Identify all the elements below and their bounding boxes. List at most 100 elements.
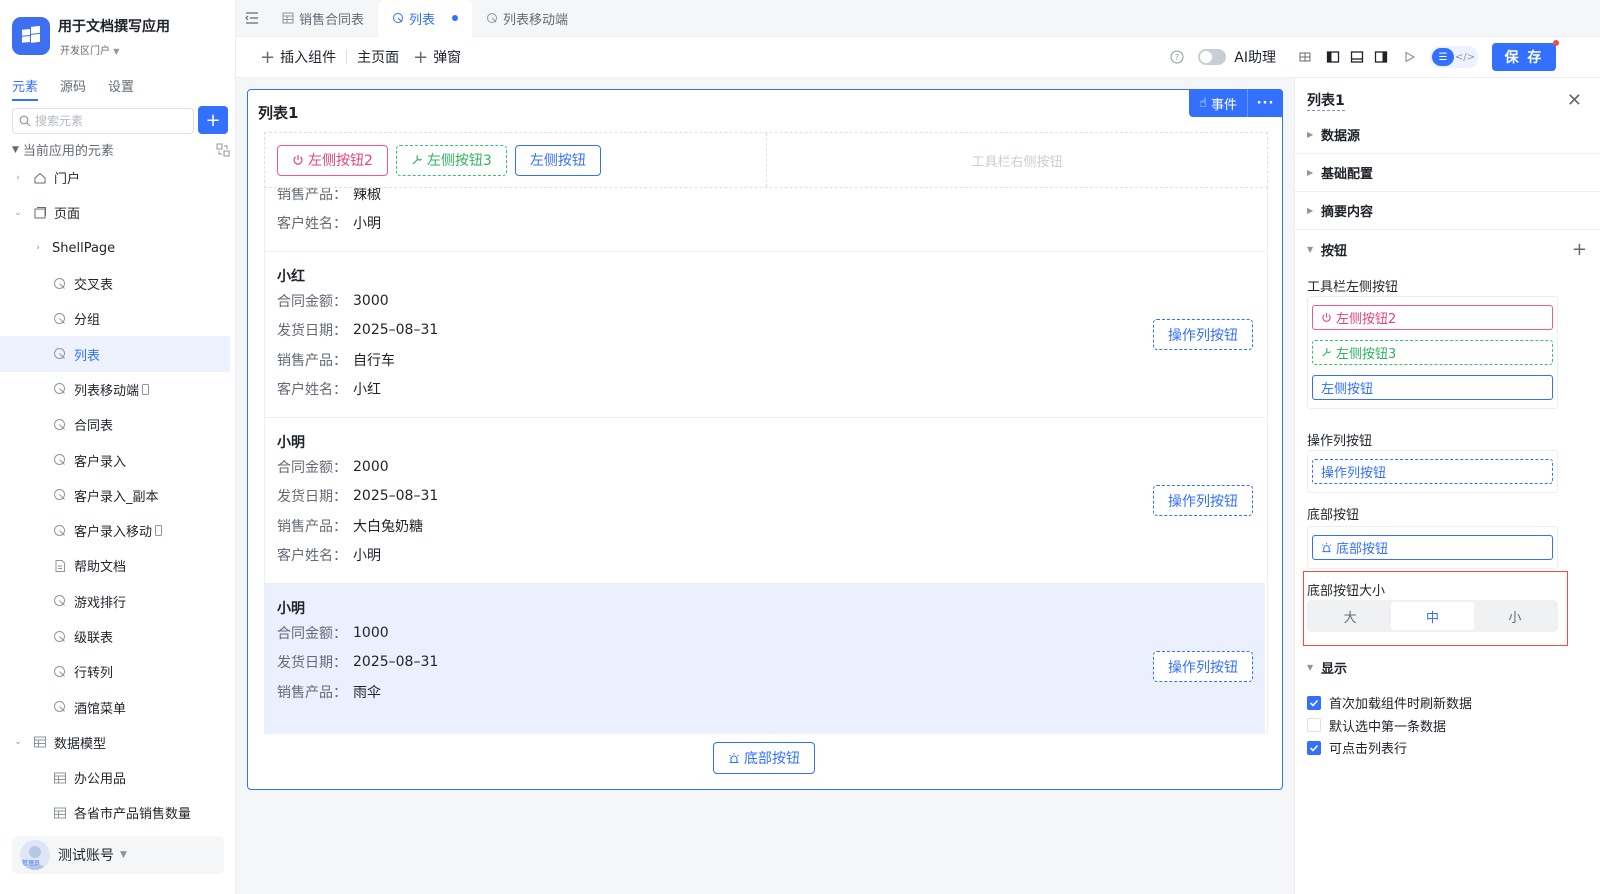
sidebar-item[interactable]: ⌄ 页面 bbox=[0, 195, 230, 230]
section-label: 摘要内容 bbox=[1321, 205, 1374, 220]
field-value: 辣椒 bbox=[353, 188, 381, 203]
option-row[interactable]: 默认选中第一条数据 bbox=[1307, 716, 1446, 735]
sidebar-item[interactable]: 交叉表 bbox=[0, 266, 230, 301]
list-item[interactable]: 发货日期：2025–01–20销售产品：辣椒客户姓名：小明操作列按钮 bbox=[265, 188, 1265, 252]
section-summary[interactable]: ▶ 摘要内容 bbox=[1295, 192, 1600, 230]
sidebar-item[interactable]: 列表移动端 bbox=[0, 372, 230, 407]
list-scroll-area[interactable]: 发货日期：2025–01–20销售产品：辣椒客户姓名：小明操作列按钮小红合同金额… bbox=[264, 188, 1268, 734]
event-button[interactable]: ☝ 事件 bbox=[1189, 89, 1247, 117]
tab-list-mobile[interactable]: 列表移动端 bbox=[472, 0, 582, 37]
section-display[interactable]: ▼ 显示 bbox=[1295, 648, 1600, 686]
design-code-switch[interactable]: ☰ </> bbox=[1430, 46, 1478, 68]
chevron-right-icon: › bbox=[36, 243, 40, 254]
sidebar-item[interactable]: 客户录入_副本 bbox=[0, 478, 230, 513]
sidebar-item[interactable]: 列表 bbox=[0, 336, 230, 372]
prop-left-button-3[interactable]: 左侧按钮3 bbox=[1312, 340, 1553, 365]
sidebar-item-label: 级联表 bbox=[74, 631, 114, 646]
sidebar-item[interactable]: 各省市产品销售数量 bbox=[0, 795, 230, 830]
list-component-canvas[interactable]: 列表1 ☝ 事件 ··· 左侧按钮2 左侧按钮3 左侧按钮 工具栏右侧按钮 销售… bbox=[247, 89, 1283, 790]
left-button[interactable]: 左侧按钮 bbox=[514, 144, 601, 176]
add-button-icon[interactable]: + bbox=[1572, 239, 1587, 260]
checkbox[interactable] bbox=[1307, 740, 1321, 755]
close-icon[interactable]: ✕ bbox=[1567, 90, 1582, 111]
size-large-option[interactable]: 大 bbox=[1309, 602, 1391, 630]
op-column-button[interactable]: 操作列按钮 bbox=[1153, 485, 1253, 516]
portal-selector[interactable]: 开发区门户 ▼ bbox=[60, 42, 119, 57]
sidebar-item[interactable]: 级联表 bbox=[0, 619, 230, 654]
right-panel-icon[interactable] bbox=[1374, 50, 1388, 64]
field-value: 2000 bbox=[353, 458, 389, 475]
bottom-size-segmented: 大 中 小 bbox=[1307, 600, 1558, 632]
list-item[interactable]: 小红 合同金额： 3000 发货日期： 2025–08–31 销售产品： 自行车 客户姓名：小… bbox=[265, 252, 1265, 418]
sidebar-item[interactable]: › 门户 bbox=[0, 160, 230, 195]
left-panel-icon[interactable] bbox=[1326, 50, 1340, 64]
list-item[interactable]: 小明 合同金额： 2000 发货日期： 2025–08–31 销售产品： 大白兔奶糖 客户姓名… bbox=[265, 418, 1265, 584]
add-element-button[interactable]: + bbox=[198, 106, 228, 134]
role-tag: 管理员 bbox=[22, 860, 41, 867]
list-item[interactable]: 小明 合同金额： 1000 发货日期： 2025–08–31 销售产品： 雨伞 操作列按钮 bbox=[265, 584, 1265, 734]
op-column-button[interactable]: 操作列按钮 bbox=[1153, 319, 1253, 350]
caret-right-icon: ▶ bbox=[1307, 130, 1314, 139]
option-label: 可点击列表行 bbox=[1329, 742, 1408, 757]
field-row: 销售产品： 辣椒 bbox=[277, 188, 1253, 209]
save-button[interactable]: 保 存 bbox=[1492, 40, 1559, 71]
ai-assistant-toggle[interactable]: AI助理 bbox=[1198, 47, 1276, 67]
prop-left-button[interactable]: 左侧按钮 bbox=[1312, 375, 1553, 400]
section-datasource[interactable]: ▶ 数据源 bbox=[1295, 116, 1600, 154]
bottom-panel-icon[interactable] bbox=[1350, 50, 1364, 64]
tab-settings[interactable]: 设置 bbox=[108, 76, 134, 101]
grid-view-icon[interactable] bbox=[1298, 50, 1312, 64]
left-button-2[interactable]: 左侧按钮2 bbox=[277, 144, 388, 176]
main-page-button[interactable]: 主页面 bbox=[357, 47, 399, 67]
tab-elements[interactable]: 元素 bbox=[12, 76, 39, 101]
popup-button[interactable]: + 弹窗 bbox=[413, 47, 461, 68]
tab-source[interactable]: 源码 bbox=[60, 76, 86, 101]
tree-header[interactable]: ▼ 当前应用的元素 bbox=[12, 140, 230, 159]
sidebar-item[interactable]: 帮助文档 bbox=[0, 548, 230, 583]
prop-left-button-2[interactable]: 左侧按钮2 bbox=[1312, 305, 1553, 330]
panel-title[interactable]: 列表1 bbox=[1307, 90, 1345, 111]
sidebar-item[interactable]: 行转列 bbox=[0, 654, 230, 689]
more-actions-button[interactable]: ··· bbox=[1247, 89, 1283, 117]
sidebar-item[interactable]: 办公用品 bbox=[0, 760, 230, 795]
prop-bottom-button[interactable]: 底部按钮 bbox=[1312, 535, 1553, 560]
search-input[interactable] bbox=[35, 114, 185, 128]
sidebar-item[interactable]: 游戏排行 bbox=[0, 584, 230, 619]
sidebar-item[interactable]: 合同表 bbox=[0, 407, 230, 442]
section-basic-config[interactable]: ▶ 基础配置 bbox=[1295, 154, 1600, 192]
op-column-button[interactable]: 操作列按钮 bbox=[1153, 651, 1253, 682]
code-mode-icon[interactable]: </> bbox=[1454, 48, 1476, 66]
sidebar-item[interactable]: › ShellPage bbox=[0, 231, 230, 266]
wrench-icon bbox=[412, 155, 422, 165]
help-icon[interactable]: ? bbox=[1170, 50, 1184, 64]
tab-sales-contract[interactable]: 销售合同表 bbox=[268, 0, 378, 37]
prop-op-button[interactable]: 操作列按钮 bbox=[1312, 459, 1553, 484]
sidebar-item[interactable]: 分组 bbox=[0, 301, 230, 336]
size-medium-option[interactable]: 中 bbox=[1391, 602, 1474, 630]
sidebar-item[interactable]: 客户录入移动 bbox=[0, 513, 230, 548]
section-label: 数据源 bbox=[1321, 129, 1361, 144]
collapse-sidebar-icon[interactable] bbox=[236, 12, 268, 24]
bottom-button[interactable]: 底部按钮 bbox=[713, 742, 815, 774]
option-row[interactable]: 可点击列表行 bbox=[1307, 738, 1407, 757]
locate-icon[interactable] bbox=[216, 143, 230, 157]
section-buttons[interactable]: ▼ 按钮 + bbox=[1295, 230, 1600, 268]
size-small-option[interactable]: 小 bbox=[1474, 602, 1556, 630]
checkbox[interactable] bbox=[1307, 718, 1321, 732]
design-mode-icon[interactable]: ☰ bbox=[1432, 48, 1454, 66]
option-row[interactable]: 首次加载组件时刷新数据 bbox=[1307, 693, 1472, 712]
preview-play-icon[interactable] bbox=[1402, 50, 1416, 64]
tab-list[interactable]: 列表 bbox=[378, 0, 473, 37]
component-actions: ☝ 事件 ··· bbox=[1189, 89, 1283, 117]
toolbar-right-placeholder: 工具栏右侧按钮 bbox=[971, 154, 1063, 170]
sidebar-item[interactable]: 酒馆菜单 bbox=[0, 689, 230, 724]
divider bbox=[346, 50, 348, 64]
sidebar-item[interactable]: 客户录入 bbox=[0, 442, 230, 477]
sidebar-item-label: 合同表 bbox=[74, 419, 114, 435]
sidebar-item[interactable]: ⌄ 数据模型 bbox=[0, 725, 230, 760]
left-button-3[interactable]: 左侧按钮3 bbox=[395, 144, 507, 176]
checkbox[interactable] bbox=[1307, 695, 1321, 710]
insert-component-button[interactable]: + 插入组件 bbox=[260, 47, 336, 68]
account-menu[interactable]: 管理员 测试账号 ▼ bbox=[12, 836, 224, 874]
tree-header-label: 当前应用的元素 bbox=[22, 144, 114, 159]
